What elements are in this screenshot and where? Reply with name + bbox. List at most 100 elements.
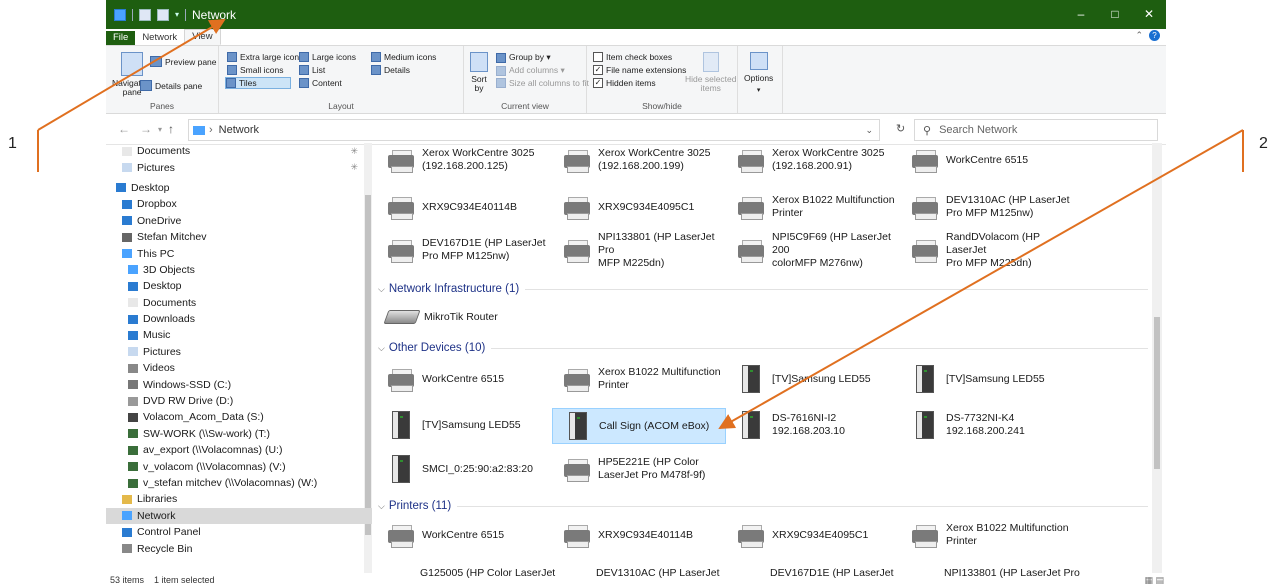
device-tile[interactable]: DS-7732NI-K4 192.168.200.241 [900,408,1072,442]
sidebar-item[interactable]: Dropbox [106,196,372,212]
sidebar-item[interactable]: Music [106,327,372,343]
pin-icon[interactable]: ✳ [350,146,358,157]
pin-icon[interactable]: ✳ [350,162,358,173]
sidebar-item[interactable]: Videos [106,360,372,376]
maximize-button[interactable]: □ [1098,0,1132,29]
device-tile[interactable]: NPI5C9F69 (HP LaserJet 200 colorMFP M276… [726,231,898,269]
device-tile[interactable]: XRX9C934E40114B [376,190,548,224]
content-scroll-thumb[interactable] [1154,317,1160,469]
device-tile[interactable]: [TV]Samsung LED55 [900,362,1072,396]
sidebar-item[interactable]: v_volacom (\\Volacomnas) (V:) [106,458,372,474]
sidebar-item[interactable]: 3D Objects [106,262,372,278]
device-tile[interactable]: XRX9C934E4095C1 [726,518,898,552]
sidebar-item[interactable]: Pictures ✳ [106,159,372,175]
item-check-boxes[interactable]: Item check boxes [593,52,672,62]
layout-content[interactable]: Content [299,78,342,88]
device-tile[interactable]: Call Sign (ACOM eBox) [552,408,726,444]
add-columns-button[interactable]: Add columns ▾ [496,65,565,76]
recent-locations-icon[interactable]: ▾ [158,125,162,134]
close-button[interactable]: ✕ [1132,0,1166,29]
device-tile[interactable]: HP5E221E (HP Color LaserJet Pro M478f-9f… [552,452,724,486]
device-tile[interactable]: XRX9C934E40114B [552,518,724,552]
sidebar-item[interactable]: Libraries [106,491,372,507]
up-icon[interactable]: ↑ [168,122,174,136]
sidebar-item[interactable]: v_stefan mitchev (\\Volacomnas) (W:) [106,475,372,491]
content-scrollbar[interactable] [1152,143,1162,573]
layout-list[interactable]: List [299,65,325,75]
layout-small-icons[interactable]: Small icons [227,65,283,75]
breadcrumb-network[interactable]: Network [219,124,259,136]
sidebar-item[interactable]: Documents [106,295,372,311]
device-tile[interactable]: XRX9C934E4095C1 [552,190,724,224]
sidebar-item[interactable]: Network [106,507,372,524]
layout-details[interactable]: Details [371,65,410,75]
device-tile[interactable]: MikroTik Router [376,300,548,334]
new-folder-icon[interactable] [157,8,169,21]
device-tile[interactable]: [TV]Samsung LED55 [376,408,548,442]
sidebar-item[interactable]: Stefan Mitchev [106,229,372,245]
section-network-infrastructure[interactable]: ⌵ Network Infrastructure (1) [378,281,1148,297]
hidden-items[interactable]: ✓ Hidden items [593,78,656,88]
device-tile[interactable]: Xerox WorkCentre 3025 (192.168.200.91) [726,143,898,177]
device-tile[interactable]: SMCI_0:25:90:a2:83:20 [376,452,548,486]
search-input[interactable]: ⚲ Search Network [914,119,1158,141]
device-tile[interactable]: [TV]Samsung LED55 [726,362,898,396]
view-toggle-icon[interactable]: ▦ ▤ [1144,575,1164,586]
device-tile[interactable]: RandDVolacom (HP LaserJet Pro MFP M225dn… [900,231,1072,269]
tab-file[interactable]: File [106,31,136,45]
layout-tiles[interactable]: Tiles [225,77,291,89]
address-bar[interactable]: › Network ⌄ [188,119,880,141]
group-by-button[interactable]: Group by ▾ [496,52,551,63]
forward-icon[interactable]: → [140,122,152,136]
size-columns-button[interactable]: Size all columns to fit [496,78,589,88]
file-name-extensions[interactable]: ✓ File name extensions [593,65,686,75]
sidebar-item[interactable]: Desktop [106,278,372,294]
device-tile[interactable]: Xerox B1022 Multifunction Printer [900,518,1072,552]
help-icon[interactable]: ? [1149,30,1160,41]
device-tile[interactable]: NPI133801 (HP LaserJet Pro MFP M225dn) [552,231,724,269]
device-tile[interactable]: Xerox B1022 Multifunction Printer [552,362,724,396]
sidebar-item[interactable]: DVD RW Drive (D:) [106,393,372,409]
refresh-icon[interactable]: ↻ [896,122,905,135]
hide-selected-items-button[interactable]: Hide selected items [685,52,737,93]
back-icon[interactable]: ← [118,122,130,136]
device-tile[interactable]: DEV167D1E (HP LaserJet Pro MFP M125nw) [376,233,548,267]
section-printers[interactable]: ⌵ Printers (11) [378,498,1148,514]
layout-medium-icons[interactable]: Medium icons [371,52,436,62]
collapse-ribbon-icon[interactable]: ⌃ [1135,30,1143,41]
tab-network[interactable]: Network [135,31,184,45]
details-pane-icon [140,80,152,91]
device-tile[interactable]: Xerox B1022 Multifunction Printer [726,190,898,224]
device-tile[interactable]: Xerox WorkCentre 3025 (192.168.200.199) [552,143,724,177]
options-button[interactable]: Options ▾ [744,52,773,94]
sidebar-item[interactable]: Windows-SSD (C:) [106,376,372,392]
sidebar-item[interactable]: av_export (\\Volacomnas) (U:) [106,442,372,458]
tab-view[interactable]: View [184,29,221,45]
device-tile[interactable]: DS-7616NI-I2 192.168.203.10 [726,408,898,442]
sidebar-item[interactable]: Control Panel [106,524,372,540]
sidebar-item[interactable]: Recycle Bin [106,540,372,556]
sidebar-item[interactable]: Desktop [106,180,372,196]
sidebar-item[interactable]: SW-WORK (\\Sw-work) (T:) [106,426,372,442]
sidebar-item[interactable]: Volacom_Acom_Data (S:) [106,409,372,425]
device-tile[interactable]: WorkCentre 6515 [376,362,548,396]
sidebar-item[interactable]: Documents ✳ [106,143,372,159]
properties-icon[interactable] [139,8,151,21]
device-tile[interactable]: WorkCentre 6515 [376,518,548,552]
device-tile[interactable]: Xerox WorkCentre 3025 (192.168.200.125) [376,143,548,177]
minimize-button[interactable]: ‒ [1064,0,1098,29]
section-other-devices[interactable]: ⌵ Other Devices (10) [378,340,1148,356]
sidebar-item[interactable]: This PC [106,245,372,261]
sidebar-item[interactable]: Downloads [106,311,372,327]
sidebar-item[interactable]: OneDrive [106,213,372,229]
details-pane-button[interactable]: Details pane [140,80,202,91]
device-tile[interactable]: WorkCentre 6515 [900,143,1072,177]
preview-pane-button[interactable]: Preview pane [150,56,217,67]
layout-large-icons[interactable]: Large icons [299,52,356,62]
chevron-down-icon[interactable]: ⌄ [865,125,873,136]
layout-extra-large-icons[interactable]: Extra large icons [227,52,303,62]
sort-by-button[interactable]: Sort by [470,52,488,93]
sidebar-item[interactable]: Pictures [106,344,372,360]
chevron-down-icon[interactable]: ▾ [175,10,179,19]
device-tile[interactable]: DEV1310AC (HP LaserJet Pro MFP M125nw) [900,190,1072,224]
